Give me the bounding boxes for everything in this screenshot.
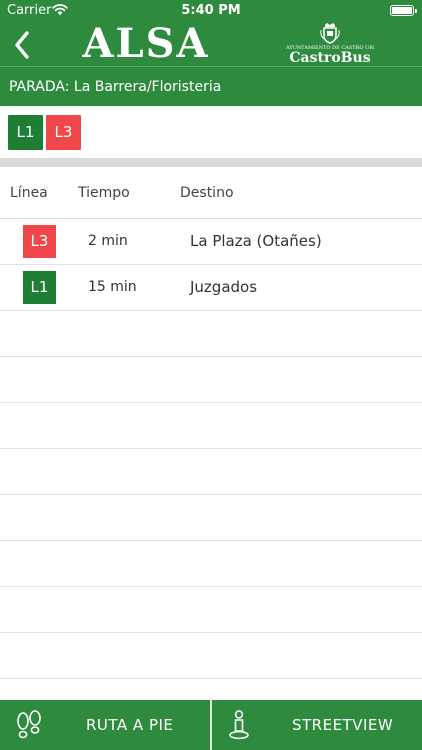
- footprints-icon: [17, 710, 41, 739]
- destination: Juzgados: [190, 278, 258, 296]
- empty-row: [0, 311, 422, 357]
- destination: La Plaza (Otañes): [190, 232, 322, 250]
- column-header-destination: Destino: [180, 185, 234, 201]
- walking-route-button[interactable]: RUTA A PIE: [0, 700, 210, 750]
- arrival-time: 15 min: [88, 279, 137, 295]
- crest-icon: [320, 23, 340, 44]
- stop-title: PARADA: La Barrera/Floristeria: [0, 66, 422, 106]
- battery-icon: [390, 5, 417, 16]
- empty-row: [0, 449, 422, 495]
- status-bar: Carrier 5:40 PM: [0, 0, 422, 22]
- empty-row: [0, 633, 422, 679]
- line-badge: L1: [23, 271, 56, 304]
- bottom-toolbar: RUTA A PIE STREETVIEW: [0, 700, 422, 750]
- streetview-label: STREETVIEW: [292, 716, 394, 734]
- section-divider: [0, 158, 422, 167]
- pegman-icon: [229, 710, 249, 740]
- arrival-time: 2 min: [88, 233, 128, 249]
- header: Carrier 5:40 PM ALSA AYUNTAMIENTO DE CAS…: [0, 0, 422, 106]
- chevron-left-icon: [15, 31, 29, 59]
- column-header-time: Tiempo: [78, 185, 130, 201]
- empty-row: [0, 403, 422, 449]
- table-row[interactable]: L3 2 min La Plaza (Otañes): [0, 219, 422, 265]
- line-chip-l1[interactable]: L1: [8, 115, 43, 150]
- nav-bar: ALSA AYUNTAMIENTO DE CASTRO URDIALES Cas…: [0, 22, 422, 66]
- castrobus-logo: AYUNTAMIENTO DE CASTRO URDIALES CastroBu…: [286, 22, 374, 66]
- table-row[interactable]: L1 15 min Juzgados: [0, 265, 422, 311]
- streetview-button[interactable]: STREETVIEW: [212, 700, 422, 750]
- walking-route-label: RUTA A PIE: [86, 716, 174, 734]
- clock: 5:40 PM: [181, 3, 241, 18]
- column-header-line: Línea: [10, 185, 48, 201]
- empty-row: [0, 541, 422, 587]
- line-badge: L3: [23, 225, 56, 258]
- alsa-logo: ALSA: [82, 20, 210, 67]
- table-header: Línea Tiempo Destino: [0, 167, 422, 219]
- line-chip-l3[interactable]: L3: [46, 115, 81, 150]
- empty-row: [0, 587, 422, 633]
- back-button[interactable]: [8, 26, 38, 62]
- line-filter: L1 L3: [0, 106, 422, 158]
- partner-name: CastroBus: [289, 50, 371, 66]
- arrivals-list: L3 2 min La Plaza (Otañes) L1 15 min Juz…: [0, 219, 422, 725]
- empty-row: [0, 357, 422, 403]
- empty-row: [0, 495, 422, 541]
